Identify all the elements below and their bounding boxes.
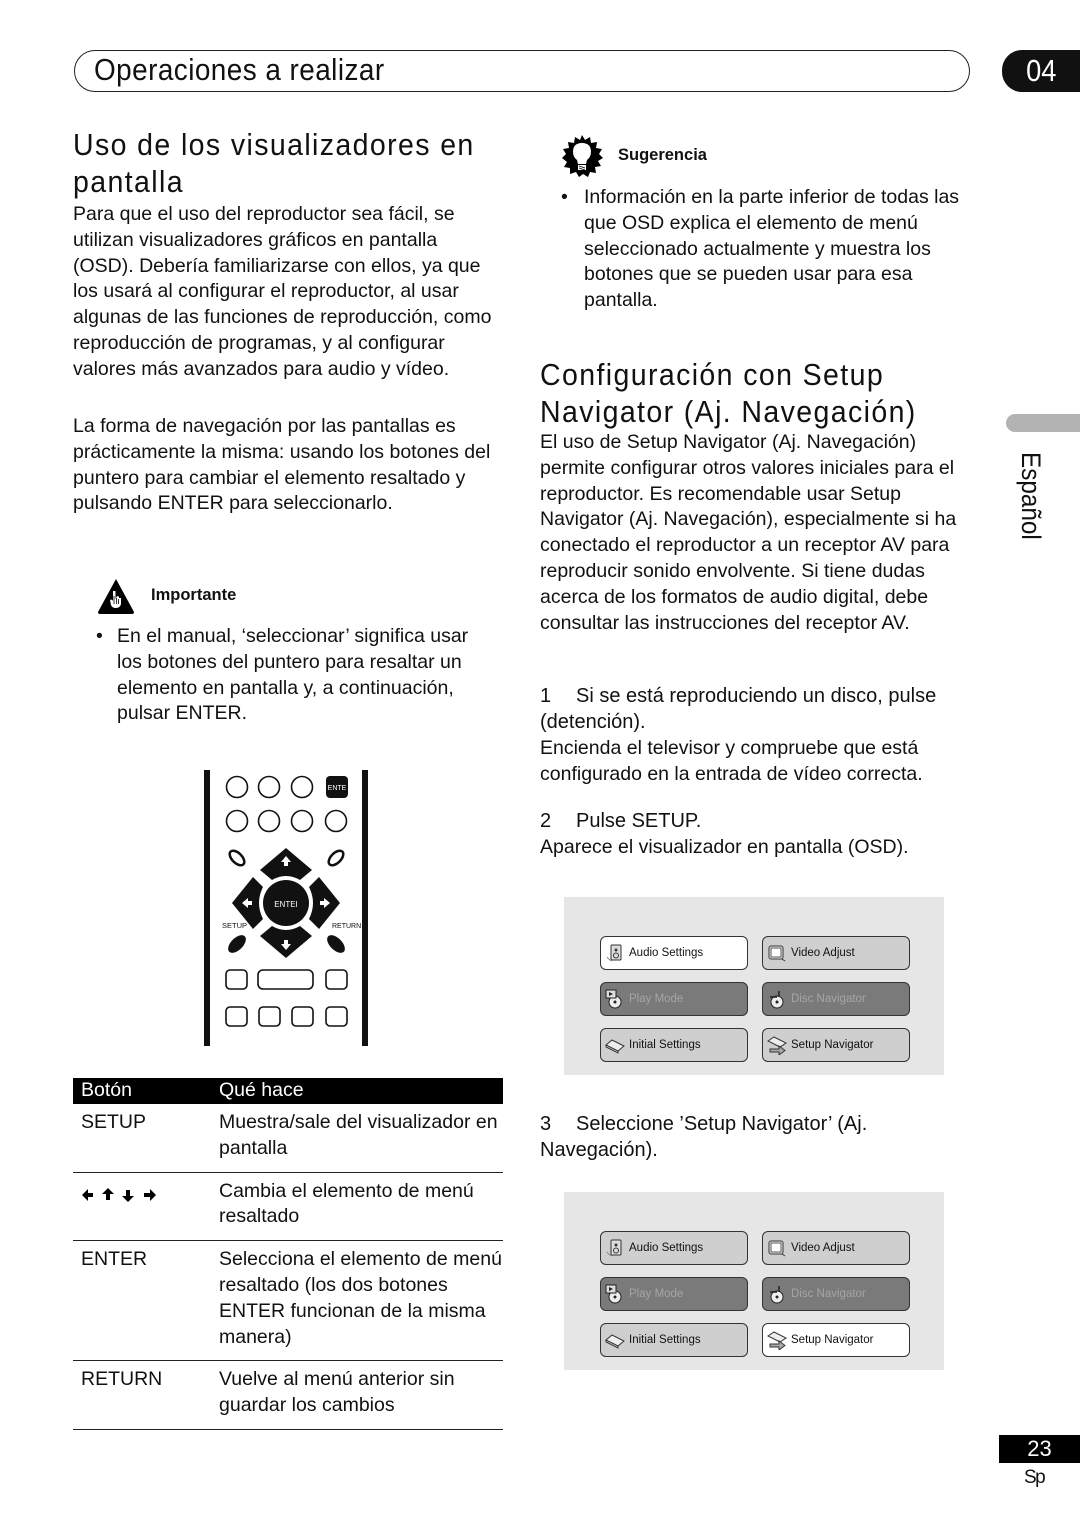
osd-item-label: Setup Navigator [791,1039,874,1051]
right-heading-line1: Configuración con Setup [540,357,885,392]
chapter-number-tab: 04 [1002,50,1080,92]
table-header-button: Botón [81,1079,132,1101]
step-1-body: Encienda el televisor y compruebe que es… [540,737,923,785]
remote-control-illustration: ENTE ENTEI SETUP RETURN [200,770,372,1046]
initial-settings-icon [605,1039,625,1054]
table-cell-button: ENTER [81,1248,148,1271]
disc-navigator-icon [770,1286,784,1304]
remote-setup-label: SETUP [222,921,247,930]
left-heading: Uso de los visualizadores en pantalla [73,127,475,199]
navigation-paragraph: La forma de navegación por las pantallas… [73,415,491,515]
osd-item-label: Play Mode [629,993,684,1005]
button-function-table: Botón Qué hace SETUP Muestra/sale del vi… [73,1078,503,1430]
bullet-dot: • [96,625,103,647]
osd-initial-settings-button[interactable]: Initial Settings [600,1028,748,1062]
setup-navigator-icon [767,1036,787,1055]
play-disc-icon [605,989,622,1009]
table-header: Botón Qué hace [73,1078,503,1104]
monitor-icon [768,1240,786,1257]
osd-item-label: Video Adjust [791,947,855,959]
step-number: 1 [540,685,552,707]
table-cell-action: Muestra/sale del visualizador en pantall… [219,1111,498,1159]
step-title-text: Si se está reproduciendo un disco, pulse… [540,685,937,733]
arrow-keys-icon [81,1185,161,1211]
step-3-title: 3 Seleccione ’Setup Navigator’ (Aj. Naveg… [540,1112,980,1164]
bullet-dot: • [561,186,568,208]
osd-item-label: Disc Navigator [791,993,866,1005]
osd-setup-navigator-button[interactable]: Setup Navigator [762,1028,910,1062]
table-cell-action: Vuelve al menú anterior sin guardar los … [219,1368,455,1417]
right-heading: Configuración con Setup Navigator (Aj. N… [540,356,945,430]
chapter-number: 04 [1025,53,1057,88]
osd-initial-settings-button[interactable]: Initial Settings [600,1323,748,1357]
osd-screen-1: Audio Settings Video Adjust Play Mode Di… [564,897,944,1075]
step-number: 2 [540,810,552,832]
table-cell-button: RETURN [81,1368,163,1391]
disc-navigator-icon [770,991,784,1009]
step-2-body: Aparece el visualizador en pantalla (OSD… [540,836,909,858]
remote-enter-top-label: ENTE [328,785,347,792]
table-cell-action: Cambia el elemento de menú resaltado [219,1179,474,1228]
table-header-action: Qué hace [219,1079,304,1101]
hand-warning-icon [96,577,136,620]
right-heading-line2: Navigator (Aj. Navegación) [540,394,917,429]
osd-audio-settings-button[interactable]: Audio Settings [600,1231,748,1265]
play-disc-icon [605,1284,622,1304]
language-label: Español [1016,452,1046,540]
table-row: Cambia el elemento de menú resaltado [73,1173,503,1242]
osd-item-label: Setup Navigator [791,1334,874,1346]
osd-item-label: Play Mode [629,1288,684,1300]
osd-video-adjust-button[interactable]: Video Adjust [762,936,910,970]
osd-item-label: Video Adjust [791,1242,855,1254]
tip-bullet-text: Información en la parte inferior de toda… [584,186,960,312]
section-title: Operaciones a realizar [94,52,385,87]
important-label: Importante [151,586,237,604]
osd-disc-navigator-button[interactable]: Disc Navigator [762,982,910,1016]
osd-video-adjust-button[interactable]: Video Adjust [762,1231,910,1265]
osd-play-mode-button[interactable]: Play Mode [600,1277,748,1311]
step-2-title: 2 Pulse SETUP. [540,809,980,835]
osd-screen-2: Audio Settings Video Adjust Play Mode Di… [564,1192,944,1370]
page-number: 23 [999,1435,1080,1463]
step-1-title: 1 Si se está reproduciendo un disco, puls… [540,684,980,736]
osd-item-label: Initial Settings [629,1039,701,1051]
speaker-icon [606,1239,622,1257]
monitor-icon [768,945,786,962]
table-cell-button: SETUP [81,1111,147,1133]
table-row: SETUP Muestra/sale del visualizador en p… [73,1104,503,1173]
tip-label: Sugerencia [618,146,707,164]
remote-return-label: RETURN [332,923,361,930]
table-row: RETURN Vuelve al menú anterior sin guard… [73,1361,503,1430]
step-title-text: Seleccione ’Setup Navigator’ (Aj. Navega… [540,1113,868,1161]
tip-bullet: • Información en la parte inferior de to… [561,185,981,314]
osd-item-label: Disc Navigator [791,1288,866,1300]
osd-setup-navigator-button[interactable]: Setup Navigator [762,1323,910,1357]
setup-navigator-icon [767,1331,787,1350]
table-cell-action: Selecciona el elemento de menú resaltado… [219,1248,502,1348]
step-title-text: Pulse SETUP. [576,810,702,832]
lightbulb-icon [560,134,604,183]
osd-item-label: Audio Settings [629,947,704,959]
intro-paragraph: Para que el uso del reproductor sea fáci… [73,203,492,380]
language-side-tab [1006,414,1080,432]
osd-disc-navigator-button[interactable]: Disc Navigator [762,1277,910,1311]
table-row: ENTER Selecciona el elemento de menú res… [73,1241,503,1362]
page-language-code: Sp [1024,1467,1046,1488]
osd-play-mode-button[interactable]: Play Mode [600,982,748,1016]
important-bullet-text: En el manual, ‘seleccionar’ significa us… [117,625,469,725]
setup-navigator-paragraph: El uso de Setup Navigator (Aj. Navegació… [540,431,957,634]
osd-item-label: Initial Settings [629,1334,701,1346]
speaker-icon [606,944,622,962]
important-bullet: • En el manual, ‘seleccionar’ significa … [96,624,476,727]
osd-item-label: Audio Settings [629,1242,704,1254]
osd-audio-settings-button[interactable]: Audio Settings [600,936,748,970]
step-number: 3 [540,1113,552,1135]
initial-settings-icon [605,1334,625,1349]
remote-enter-center-label: ENTEI [274,900,298,909]
